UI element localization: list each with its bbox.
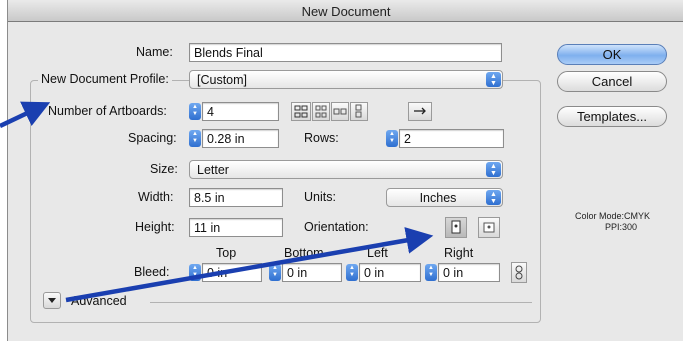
- arrow-to-orientation: [65, 227, 434, 303]
- arrow-to-artboards: [0, 101, 51, 129]
- annotation-arrows: [0, 101, 434, 303]
